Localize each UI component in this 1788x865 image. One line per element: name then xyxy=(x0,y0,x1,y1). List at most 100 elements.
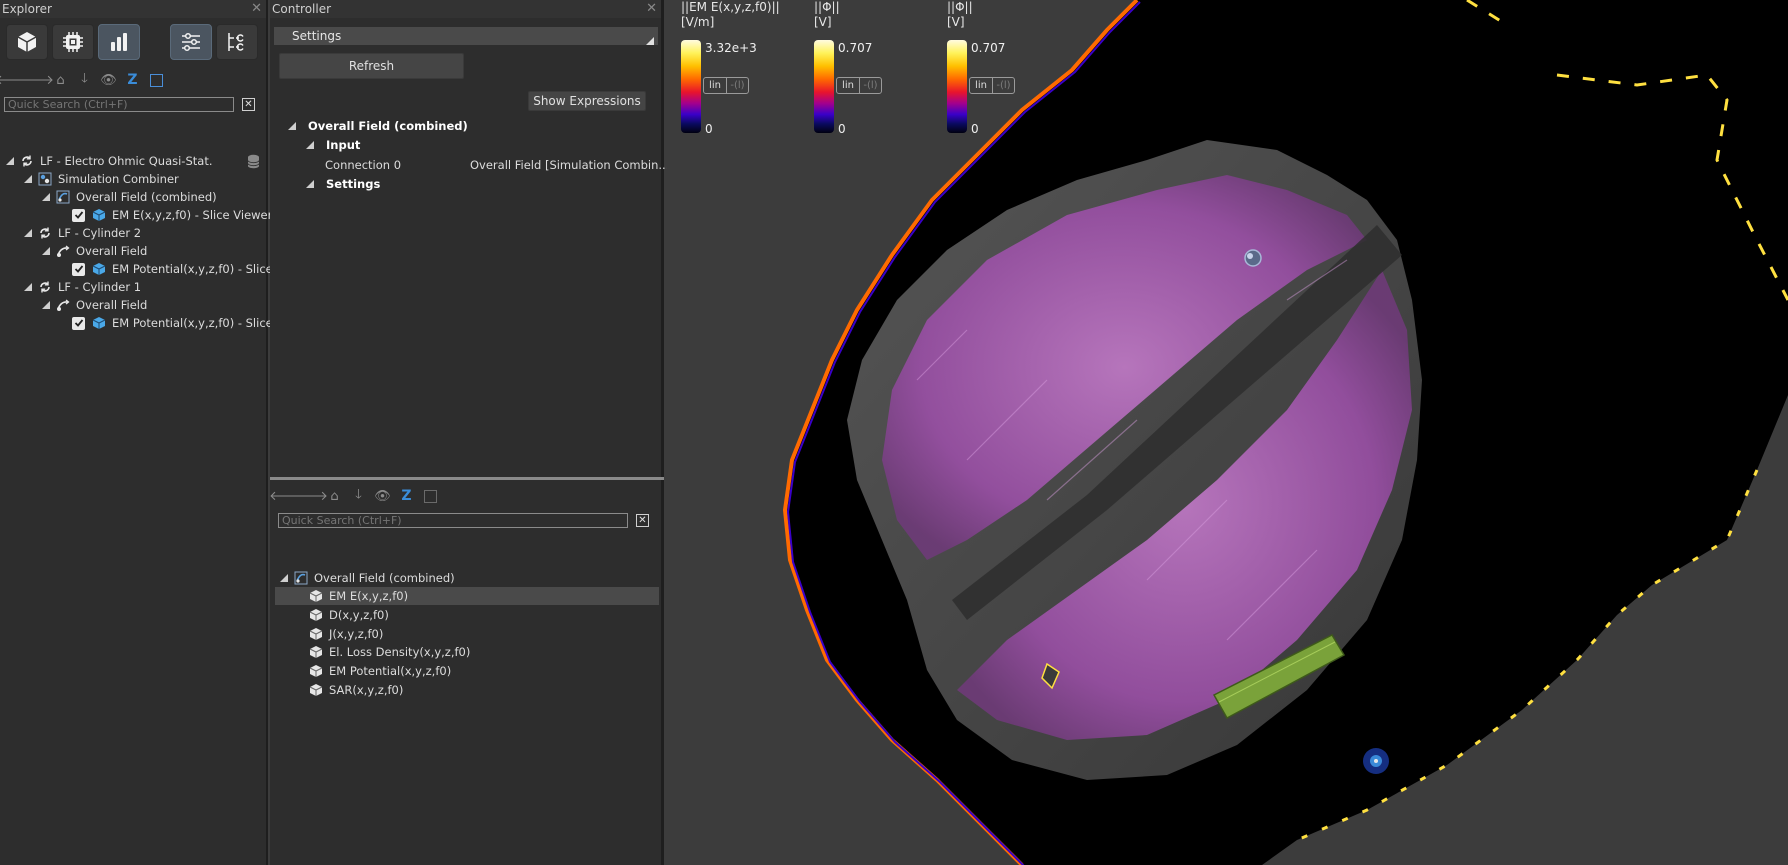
zoom-z-icon[interactable]: Z xyxy=(398,488,415,505)
forward-arrow-icon[interactable]: 🡒 xyxy=(293,488,328,505)
scale-toggle[interactable]: lin -(l) xyxy=(703,77,749,94)
panel-splitter[interactable] xyxy=(270,477,664,480)
eye-icon[interactable]: 👁 xyxy=(374,488,391,505)
lin-scale-button[interactable]: lin xyxy=(837,78,859,93)
slice-viewer-cube-icon xyxy=(92,262,106,276)
scale-toggle[interactable]: lin -(l) xyxy=(836,77,882,94)
prop-input-label: Input xyxy=(326,138,361,152)
home-icon[interactable]: ⌂ xyxy=(326,488,343,505)
tree-item-em-potential-slice-cyl1[interactable]: EM Potential(x,y,z,f0) - Slice xyxy=(72,314,273,332)
lin-scale-button[interactable]: lin xyxy=(704,78,726,93)
tree-item-overall-field-cyl1[interactable]: Overall Field xyxy=(42,296,147,314)
log-scale-button[interactable]: -(l) xyxy=(859,78,881,93)
tree-item-lf-electro-ohmic[interactable]: LF - Electro Ohmic Quasi-Stat. xyxy=(6,152,212,170)
prop-root-label: Overall Field (combined) xyxy=(308,119,468,133)
prop-connection-value[interactable]: Overall Field [Simulation Combin... xyxy=(470,156,669,174)
tree-label: LF - Cylinder 2 xyxy=(58,226,142,240)
tree-label: LF - Cylinder 1 xyxy=(58,280,142,294)
refresh-button[interactable]: Refresh xyxy=(279,53,464,79)
outputs-root-row[interactable]: Overall Field (combined) xyxy=(280,569,455,587)
log-scale-button[interactable]: -(l) xyxy=(726,78,748,93)
database-icon[interactable] xyxy=(247,154,260,169)
output-cube-icon xyxy=(309,589,323,603)
tree-label: LF - Electro Ohmic Quasi-Stat. xyxy=(40,154,213,168)
explorer-search-input[interactable] xyxy=(4,97,234,112)
output-item-sar[interactable]: SAR(x,y,z,f0) xyxy=(309,681,403,699)
output-label: EM E(x,y,z,f0) xyxy=(329,589,409,603)
expanded-triangle-icon[interactable] xyxy=(288,122,296,130)
tree-item-simulation-combiner[interactable]: Simulation Combiner xyxy=(24,170,179,188)
visibility-checkbox[interactable] xyxy=(72,262,85,276)
legend-min: 0 xyxy=(971,122,979,136)
tree-item-overall-field-combined[interactable]: Overall Field (combined) xyxy=(42,188,217,206)
model-view-button[interactable] xyxy=(6,24,48,60)
expanded-triangle-icon[interactable] xyxy=(42,247,50,255)
output-cube-icon xyxy=(309,683,323,697)
visibility-checkbox[interactable] xyxy=(72,316,85,330)
prop-connection-label: Connection 0 xyxy=(325,158,402,172)
scale-toggle[interactable]: lin -(l) xyxy=(969,77,1015,94)
show-expressions-button[interactable]: Show Expressions xyxy=(528,91,646,111)
expanded-triangle-icon[interactable] xyxy=(42,301,50,309)
down-arrow-icon[interactable]: 🡓 xyxy=(76,71,93,89)
settings-dropdown-label: Settings xyxy=(292,29,342,43)
output-cube-icon xyxy=(309,608,323,622)
settings-sliders-button[interactable] xyxy=(170,24,212,60)
hierarchy-button[interactable] xyxy=(216,24,258,60)
zoom-z-icon[interactable]: Z xyxy=(124,72,141,89)
expanded-triangle-icon[interactable] xyxy=(42,193,50,201)
output-item-j[interactable]: J(x,y,z,f0) xyxy=(309,625,383,643)
tree-label: Simulation Combiner xyxy=(58,172,179,186)
expanded-triangle-icon[interactable] xyxy=(24,283,32,291)
prop-root-row[interactable]: Overall Field (combined) xyxy=(288,117,468,135)
controller-search-input[interactable] xyxy=(278,513,628,528)
lin-scale-button[interactable]: lin xyxy=(970,78,992,93)
output-item-em-e[interactable]: EM E(x,y,z,f0) xyxy=(275,587,659,605)
tree-label: EM Potential(x,y,z,f0) - Slice xyxy=(112,316,273,330)
simulation-link-icon xyxy=(38,280,52,294)
prop-input-row[interactable]: Input xyxy=(306,136,360,154)
output-label: J(x,y,z,f0) xyxy=(329,627,384,641)
output-item-d[interactable]: D(x,y,z,f0) xyxy=(309,606,389,624)
output-label: SAR(x,y,z,f0) xyxy=(329,683,404,697)
output-item-em-potential[interactable]: EM Potential(x,y,z,f0) xyxy=(309,662,451,680)
controller-search-clear-icon[interactable]: ✕ xyxy=(636,514,649,527)
simulation-view-button[interactable] xyxy=(52,24,94,60)
analysis-view-button[interactable] xyxy=(98,24,140,60)
expanded-triangle-icon[interactable] xyxy=(6,157,14,165)
expanded-triangle-icon[interactable] xyxy=(306,180,314,188)
eye-icon[interactable]: 👁 xyxy=(100,72,117,89)
down-arrow-icon[interactable]: 🡓 xyxy=(350,487,367,505)
prop-settings-row[interactable]: Settings xyxy=(306,175,380,193)
visibility-checkbox[interactable] xyxy=(72,208,85,222)
colorbar-legend-em-e: ||EM E(x,y,z,f0)|| [V/m] 3.32e+3 lin -(l… xyxy=(681,0,801,140)
tree-item-em-potential-slice-cyl2[interactable]: EM Potential(x,y,z,f0) - Slice xyxy=(72,260,273,278)
3d-viewport[interactable]: ||EM E(x,y,z,f0)|| [V/m] 3.32e+3 lin -(l… xyxy=(667,0,1788,865)
settings-dropdown[interactable]: Settings xyxy=(274,27,658,45)
legend-max: 0.707 xyxy=(838,41,873,55)
tree-label: EM Potential(x,y,z,f0) - Slice xyxy=(112,262,273,276)
tree-label: Overall Field xyxy=(76,298,148,312)
tree-item-lf-cylinder-2[interactable]: LF - Cylinder 2 xyxy=(24,224,141,242)
forward-arrow-icon[interactable]: 🡒 xyxy=(19,72,54,89)
explorer-panel: Explorer ✕ 🡐 🡒 ⌂ 🡓 👁 Z ✕ xyxy=(0,0,273,865)
expanded-triangle-icon[interactable] xyxy=(280,574,288,582)
output-item-el-loss-density[interactable]: El. Loss Density(x,y,z,f0) xyxy=(309,643,470,661)
tree-item-overall-field-cyl2[interactable]: Overall Field xyxy=(42,242,147,260)
log-scale-button[interactable]: -(l) xyxy=(992,78,1014,93)
explorer-title: Explorer xyxy=(2,2,52,16)
expanded-triangle-icon[interactable] xyxy=(306,141,314,149)
frame-icon[interactable] xyxy=(422,488,439,505)
tree-item-lf-cylinder-1[interactable]: LF - Cylinder 1 xyxy=(24,278,141,296)
explorer-nav-toolbar: 🡐 🡒 ⌂ 🡓 👁 Z xyxy=(0,71,165,89)
explorer-close-icon[interactable]: ✕ xyxy=(251,0,262,18)
tree-label: Overall Field xyxy=(76,244,148,258)
explorer-search-clear-icon[interactable]: ✕ xyxy=(242,98,255,111)
frame-icon[interactable] xyxy=(148,72,165,89)
expanded-triangle-icon[interactable] xyxy=(24,175,32,183)
home-icon[interactable]: ⌂ xyxy=(52,72,69,89)
expanded-triangle-icon[interactable] xyxy=(24,229,32,237)
tree-item-em-e-slice-viewer[interactable]: EM E(x,y,z,f0) - Slice Viewer xyxy=(72,206,272,224)
legend-max: 3.32e+3 xyxy=(705,41,757,55)
field-sensor-icon xyxy=(56,244,70,258)
